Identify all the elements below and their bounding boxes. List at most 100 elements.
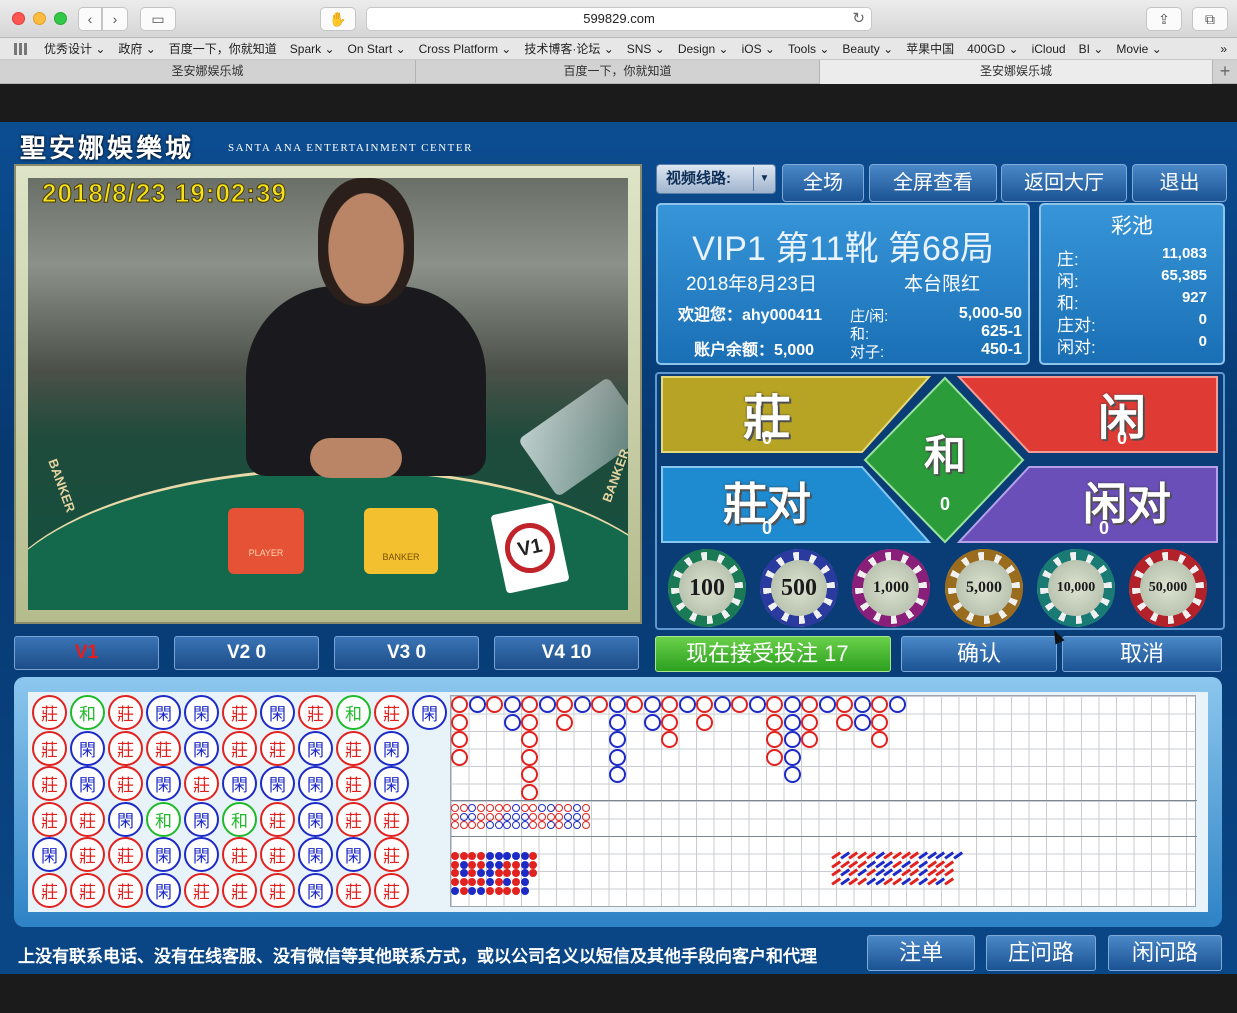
full-table-button[interactable]: 全场 [782, 164, 864, 202]
bead-player: 閑 [374, 730, 409, 766]
small-road-mark [485, 869, 494, 878]
confirm-button[interactable]: 确认 [901, 636, 1057, 672]
chip-50000[interactable]: 50,000 [1129, 549, 1207, 627]
banker-marker-left: BANKER [45, 456, 79, 515]
new-tab-icon[interactable]: + [1213, 60, 1237, 83]
address-bar[interactable]: 599829.com ↻ [366, 7, 872, 31]
bookmark-item[interactable]: BI ⌄ [1079, 42, 1104, 56]
video-tab-v3[interactable]: V3 0 [334, 636, 479, 670]
caret-down-icon[interactable]: ▼ [753, 167, 775, 191]
chip-500[interactable]: 500 [760, 549, 838, 627]
small-road-mark [477, 878, 486, 887]
big-road-banker [521, 766, 538, 783]
small-road-mark [529, 860, 538, 869]
back-button[interactable]: ‹ [78, 7, 102, 31]
cockroach-road-mark [935, 851, 946, 860]
bookmark-item[interactable]: 百度一下，你就知道 [169, 40, 277, 57]
tab-baidu[interactable]: 百度一下，你就知道 [416, 60, 820, 84]
bookmark-item[interactable]: 优秀设计 ⌄ [44, 40, 105, 57]
chip-1000[interactable]: 1,000 [852, 549, 930, 627]
cockroach-road-mark [952, 851, 963, 860]
chip-100[interactable]: 100 [668, 549, 746, 627]
big-road-banker [661, 696, 678, 713]
bookmark-item[interactable]: Beauty ⌄ [842, 42, 893, 56]
video-tab-v1[interactable]: V1 [14, 636, 159, 670]
back-to-lobby-button[interactable]: 返回大厅 [1001, 164, 1127, 202]
bookmark-item[interactable]: Spark ⌄ [290, 42, 335, 56]
bead-player: 閑 [298, 837, 333, 872]
bet-record-button[interactable]: 注单 [867, 935, 975, 971]
tab-santa-ana-2[interactable]: 圣安娜娱乐城 [820, 60, 1213, 84]
bookmarks-overflow-icon[interactable]: » [1220, 42, 1227, 56]
forward-button[interactable]: › [102, 7, 128, 31]
banker-ask-road-button[interactable]: 庄问路 [986, 935, 1096, 971]
bookmark-item[interactable]: Movie ⌄ [1116, 42, 1161, 56]
bookmark-item[interactable]: Tools ⌄ [788, 42, 829, 56]
fullscreen-button[interactable]: 全屏查看 [869, 164, 997, 202]
big-road-banker [801, 713, 818, 731]
bookmark-item[interactable]: iCloud [1032, 42, 1066, 56]
tabs-overview-button[interactable]: ⧉ [1192, 7, 1228, 31]
small-road-mark [529, 852, 538, 860]
reload-icon[interactable]: ↻ [852, 8, 865, 30]
bookmark-item[interactable]: 苹果中国 [906, 40, 954, 57]
big-road-banker [451, 731, 468, 748]
bead-player: 閑 [70, 730, 105, 766]
minimize-window-button[interactable] [33, 12, 46, 25]
cockroach-road-mark [831, 868, 841, 877]
video-tab-v2[interactable]: V2 0 [174, 636, 319, 670]
bead-player: 閑 [184, 730, 219, 766]
close-window-button[interactable] [12, 12, 25, 25]
video-tab-v4[interactable]: V4 10 [494, 636, 639, 670]
notice-ticker: 上没有联系电话、没有在线客服、没有微信等其他联系方式，或以公司名义以短信及其他手… [18, 947, 817, 966]
maximize-window-button[interactable] [54, 12, 67, 25]
cockroach-road-mark [892, 877, 902, 886]
bookmark-item[interactable]: Design ⌄ [678, 42, 729, 56]
big-eye-road-mark [581, 804, 590, 812]
big-road-banker [591, 696, 608, 713]
bead-plate-road: 莊莊莊莊閑莊和閑閑莊莊莊莊莊莊閑莊莊閑莊閑和閑閑閑閑莊閑閑莊莊莊閑和莊莊閑莊閑莊… [32, 695, 450, 908]
big-road-player [573, 696, 591, 713]
player-pair-bet-count: 0 [1098, 518, 1109, 538]
bookmark-item[interactable]: iOS ⌄ [742, 42, 775, 56]
big-road-banker [836, 696, 853, 713]
big-eye-road-mark [468, 804, 477, 812]
big-road-banker [451, 713, 468, 731]
round-title: VIP1 第11靴 第68局 [692, 230, 994, 268]
bead-player: 閑 [298, 801, 333, 837]
share-button[interactable]: ⇪ [1146, 7, 1182, 31]
bookmark-item[interactable]: Cross Platform ⌄ [419, 42, 512, 56]
privacy-button[interactable]: ✋ [320, 7, 356, 31]
chip-5000[interactable]: 5,000 [945, 549, 1023, 627]
big-road-player [538, 696, 556, 713]
bookmark-item[interactable]: 政府 ⌄ [118, 40, 155, 57]
player-ask-road-button[interactable]: 闲问路 [1108, 935, 1222, 971]
bead-banker: 莊 [32, 801, 67, 837]
tabs-icon: ⧉ [1205, 10, 1215, 27]
big-eye-road-mark [485, 804, 494, 812]
bead-banker: 莊 [108, 872, 143, 908]
cancel-button[interactable]: 取消 [1062, 636, 1222, 672]
video-line-select[interactable]: 视频线路: ▼ [656, 164, 776, 194]
bookmark-item[interactable]: 技术博客·论坛 ⌄ [524, 40, 613, 57]
exit-button[interactable]: 退出 [1132, 164, 1227, 202]
bead-player: 閑 [146, 872, 181, 908]
small-road-mark [459, 852, 468, 860]
bead-player: 閑 [374, 766, 409, 801]
bookmark-item[interactable]: SNS ⌄ [627, 42, 665, 56]
bead-banker: 莊 [222, 837, 257, 872]
chip-10000[interactable]: 10,000 [1037, 549, 1115, 627]
bookmark-item[interactable]: On Start ⌄ [348, 42, 406, 56]
bookmark-item[interactable]: 400GD ⌄ [967, 42, 1018, 56]
live-video[interactable]: BANKER BANKER PLAYER BANKER V1 2018/8/23… [28, 178, 628, 610]
big-road-banker [661, 713, 678, 731]
bead-banker: 莊 [336, 872, 371, 908]
sidebar-button[interactable]: ▭ [140, 7, 176, 31]
small-road-mark [451, 852, 459, 860]
tab-santa-ana-1[interactable]: 圣安娜娱乐城 [0, 60, 416, 84]
grid-icon[interactable] [14, 42, 28, 55]
bead-player: 閑 [146, 837, 181, 872]
small-road-mark [477, 860, 486, 869]
bookmarks-bar: 优秀设计 ⌄ 政府 ⌄ 百度一下，你就知道 Spark ⌄ On Start ⌄… [0, 38, 1237, 60]
bead-player: 閑 [298, 872, 333, 908]
